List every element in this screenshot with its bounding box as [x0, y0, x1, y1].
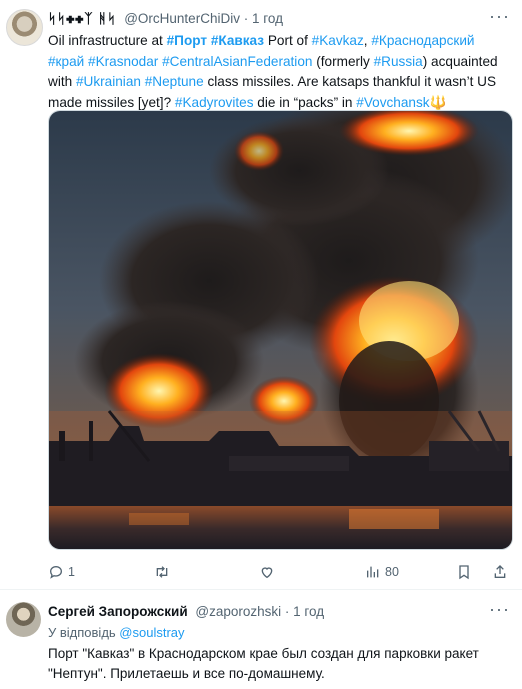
- hashtag-link[interactable]: #Krasnodar: [88, 54, 158, 69]
- divider: [0, 589, 522, 590]
- reply-author-handle[interactable]: @zaporozhski: [195, 604, 281, 619]
- separator-dot: ·: [284, 604, 294, 619]
- hashtag-link[interactable]: #Kadyrovites: [175, 95, 254, 110]
- reply-icon: [49, 565, 63, 579]
- author-display-name[interactable]: ᛋᛋ✚✚ᛉ ᚻᛋ: [48, 11, 116, 26]
- retweet-icon: [156, 566, 168, 578]
- hashtag-link[interactable]: #Vovchansk: [356, 95, 429, 110]
- views-button[interactable]: 80: [365, 560, 399, 584]
- views-icon: [367, 566, 379, 578]
- tweet-actions: 1 80: [48, 560, 514, 584]
- heart-icon: [261, 567, 273, 579]
- tweet[interactable]: ᛋᛋ✚✚ᛉ ᚻᛋ @OrcHunterChiDiv · 1 год ··· Oi…: [0, 0, 522, 590]
- reply-count: 1: [68, 565, 75, 579]
- bookmark-button[interactable]: [456, 560, 472, 584]
- trident-emoji: 🔱: [429, 94, 447, 110]
- hashtag-link[interactable]: #Neptune: [145, 74, 204, 89]
- hashtag-link[interactable]: #Краснодарский: [371, 33, 474, 48]
- share-button[interactable]: [492, 560, 508, 584]
- explosion-photo: [49, 111, 512, 549]
- view-count: 80: [385, 565, 399, 579]
- more-options-icon[interactable]: ···: [489, 6, 510, 27]
- hashtag-link[interactable]: #край: [48, 54, 84, 69]
- reply-more-options-icon[interactable]: ···: [489, 599, 510, 620]
- author-handle[interactable]: @OrcHunterChiDiv: [124, 11, 240, 26]
- reply-header: Сергей Запорожский @zaporozhski · 1 год: [48, 604, 324, 619]
- replying-to: У відповідь @soulstray: [48, 625, 185, 640]
- like-button[interactable]: [259, 560, 279, 584]
- hashtag-link[interactable]: #Kavkaz: [312, 33, 364, 48]
- tweet-timestamp[interactable]: 1 год: [252, 11, 283, 26]
- reply-author-avatar[interactable]: [6, 602, 41, 637]
- replying-to-handle[interactable]: @soulstray: [119, 625, 184, 640]
- hashtag-link[interactable]: #Russia: [374, 54, 423, 69]
- share-icon: [494, 565, 506, 578]
- replying-to-label: У відповідь: [48, 625, 120, 640]
- tweet-text-segment: (formerly: [312, 53, 374, 69]
- hashtag-link[interactable]: #CentralAsianFederation: [162, 54, 312, 69]
- retweet-button[interactable]: [153, 560, 175, 584]
- tweet-image[interactable]: [48, 110, 513, 550]
- reply-timestamp[interactable]: 1 год: [293, 604, 324, 619]
- tweet-text: Oil infrastructure at #Порт #Кавказ Port…: [48, 31, 514, 113]
- tweet-header: ᛋᛋ✚✚ᛉ ᚻᛋ @OrcHunterChiDiv · 1 год: [48, 11, 283, 26]
- hashtag-link[interactable]: #Порт: [167, 33, 207, 48]
- tweet-text-segment: Port of: [264, 33, 312, 48]
- reply-author-display-name[interactable]: Сергей Запорожский: [48, 604, 188, 619]
- separator-dot: ·: [243, 11, 252, 26]
- reply-text: Порт "Кавказ" в Краснодарском крае был с…: [48, 646, 479, 681]
- tweet-text-segment: Oil infrastructure at: [48, 33, 167, 48]
- reply-button[interactable]: 1: [48, 560, 75, 584]
- hashtag-link[interactable]: #Кавказ: [211, 33, 264, 48]
- author-avatar[interactable]: [6, 9, 43, 46]
- tweet-text-segment: die in “packs” in: [253, 94, 357, 110]
- bookmark-icon: [459, 565, 469, 580]
- hashtag-link[interactable]: #Ukrainian: [76, 74, 141, 89]
